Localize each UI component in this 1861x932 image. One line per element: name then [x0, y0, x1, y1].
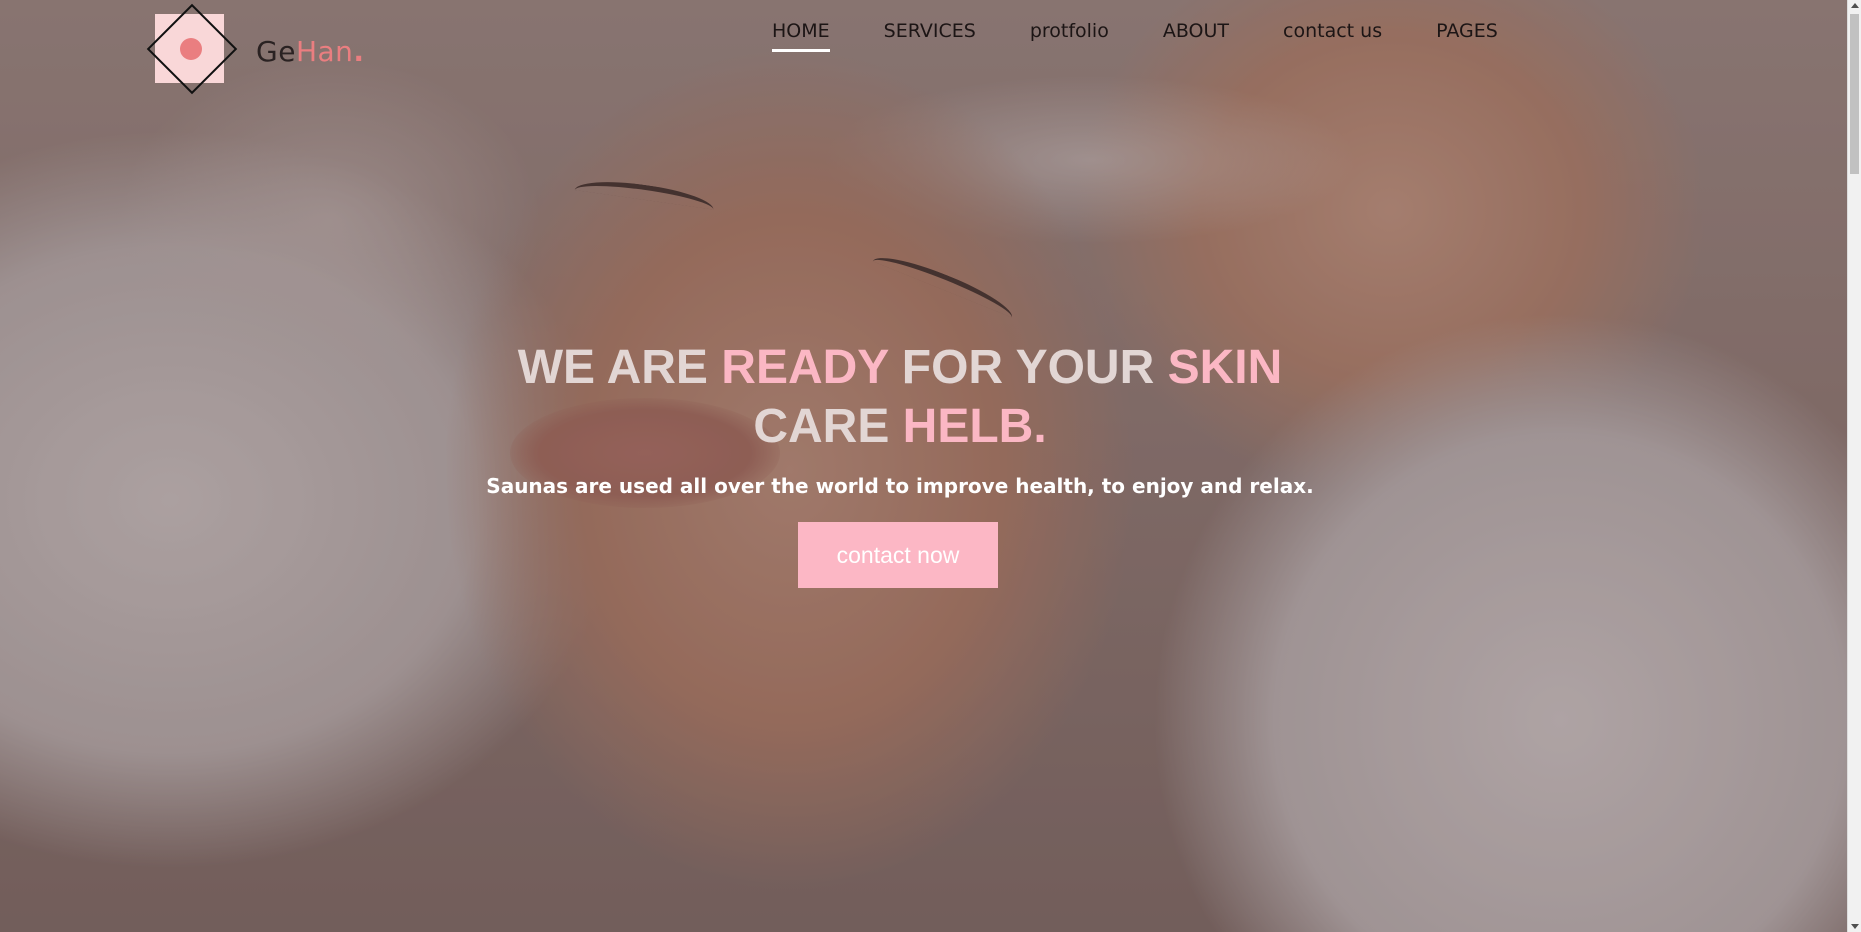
nav-item-services[interactable]: SERVICES [884, 20, 976, 48]
hero-title: WE ARE READY FOR YOUR SKIN CARE HELB. [0, 338, 1800, 456]
brand-name-dot: . [353, 34, 365, 68]
nav-item-portfolio[interactable]: protfolio [1030, 20, 1109, 48]
page-scrollbar[interactable] [1847, 0, 1861, 932]
contact-now-button[interactable]: contact now [798, 522, 998, 588]
diamond-circle-logo-icon [138, 0, 242, 100]
scrollbar-thumb[interactable] [1850, 14, 1859, 174]
hero-title-helb: HELB. [902, 400, 1047, 453]
hero-overlay [0, 0, 1861, 932]
hero-title-part3: FOR YOUR [888, 341, 1168, 394]
hero-title-ready: READY [721, 341, 889, 394]
nav-item-contact[interactable]: contact us [1283, 20, 1382, 48]
nav-item-home[interactable]: HOME [772, 20, 830, 52]
scroll-up-icon[interactable] [1851, 3, 1859, 8]
page: GeHan. HOME SERVICES protfolio ABOUT con… [0, 0, 1861, 932]
nav-item-pages[interactable]: PAGES [1436, 20, 1498, 48]
main-nav: HOME SERVICES protfolio ABOUT contact us… [772, 20, 1552, 52]
hero-subtitle: Saunas are used all over the world to im… [486, 474, 1314, 498]
brand-name-part1: Ge [256, 34, 296, 68]
site-logo[interactable]: GeHan. [138, 0, 365, 100]
brand-name: GeHan. [256, 35, 365, 68]
nav-item-about[interactable]: ABOUT [1163, 20, 1229, 48]
brand-name-part2: Han [295, 34, 354, 68]
hero-title-care: CARE [753, 400, 903, 453]
hero-title-skin: SKIN [1167, 341, 1283, 394]
scroll-down-icon[interactable] [1851, 924, 1859, 929]
hero-title-part1: WE ARE [517, 341, 722, 394]
